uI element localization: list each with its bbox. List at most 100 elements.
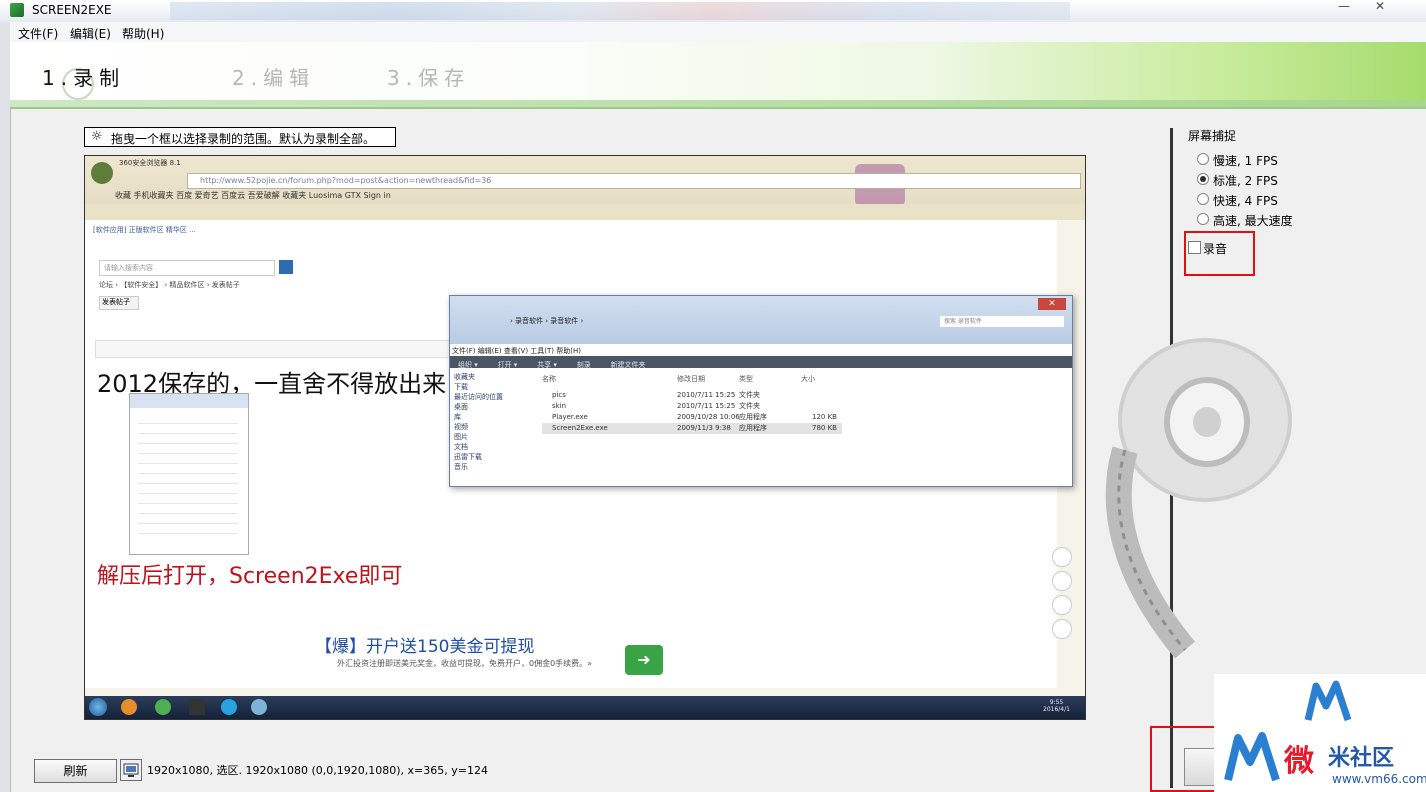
menu-help[interactable]: 帮助(H)	[122, 25, 164, 42]
preview-explorer-sidebar: 收藏夹 下载 最近访问的位置 桌面 库 视频 图片 文档 迅雷下载 音乐	[454, 372, 534, 472]
preview-editor-toolbar	[95, 340, 452, 358]
left-window-edge	[0, 22, 11, 792]
preview-breadcrumb: 论坛 › 【软件安全】 › 精品软件区 › 发表帖子	[99, 281, 240, 289]
step-save[interactable]: 3.保存	[387, 62, 470, 91]
background-taskbar-strip	[170, 2, 1070, 20]
preview-col-type: 类型	[739, 375, 753, 383]
audio-checkbox[interactable]	[1188, 241, 1201, 254]
fullscreen-select-icon[interactable]	[120, 759, 142, 781]
step-record[interactable]: 1.录制	[42, 62, 125, 91]
preview-explorer-side-item: 收藏夹	[454, 373, 475, 381]
preview-tab-strip	[85, 204, 1085, 220]
menu-bar: 文件(F) 编辑(E) 帮助(H)	[10, 22, 1426, 43]
preview-cloud-icon	[251, 699, 267, 715]
preview-explorer-menu: 文件(F) 编辑(E) 查看(V) 工具(T) 帮助(H)	[452, 347, 581, 355]
preview-forum-search: 请输入搜索内容	[99, 260, 275, 276]
preview-browser-name: 360安全浏览器 8.1	[119, 159, 181, 167]
hint-text: 拖曳一个框以选择录制的范围。默认为录制全部。	[111, 132, 376, 146]
preview-user-icon	[1052, 619, 1072, 639]
preview-ad-arrow-icon: ➜	[625, 645, 663, 675]
preview-skype-icon	[221, 699, 237, 715]
row-size: 120 KB	[812, 413, 837, 421]
preview-taskbar: 9:55 2016/4/1	[85, 696, 1085, 719]
sun-icon: ☼	[91, 129, 103, 144]
selection-hint: ☼ 拖曳一个框以选择录制的范围。默认为录制全部。	[84, 127, 396, 147]
preview-post-tab: 发表帖子	[99, 296, 139, 310]
row-date: 2009/10/28 10:06	[677, 413, 740, 421]
monitor-icon	[123, 763, 139, 777]
row-name: skin	[552, 402, 567, 410]
preview-browser-logo-icon	[91, 162, 113, 184]
preview-properties-body	[138, 414, 238, 534]
preview-address-bar: http://www.52pojie.cn/forum.php?mod=post…	[187, 173, 1081, 189]
preview-col-size: 大小	[801, 375, 815, 383]
row-type: 文件夹	[739, 402, 760, 410]
preview-360-icon	[155, 699, 171, 715]
preview-list-icon	[1052, 547, 1072, 567]
preview-explorer-header: › 录音软件 › 录音软件 › 搜索 录音软件	[450, 296, 1072, 344]
preview-explorer-side-item: 迅雷下载	[454, 453, 482, 461]
app-icon	[10, 3, 24, 17]
preview-explorer-toolbar: 组织 ▾ 打开 ▾ 共享 ▾ 刻录 新建文件夹	[450, 356, 1072, 369]
step-header-band	[10, 100, 1426, 107]
table-row: Player.exe 2009/10/28 10:06 应用程序 120 KB	[542, 412, 1062, 423]
preview-web-page: [软件应用] 正版软件区 精华区 ... 请输入搜索内容 论坛 › 【软件安全】…	[85, 220, 1073, 688]
radio-slow[interactable]	[1197, 153, 1209, 165]
preview-col-date: 修改日期	[677, 375, 705, 383]
watermark-brand: 微	[1284, 744, 1314, 779]
preview-firefox-icon	[121, 699, 137, 715]
capture-preview[interactable]: 360安全浏览器 8.1 http://www.52pojie.cn/forum…	[84, 155, 1086, 720]
row-name: pics	[552, 391, 566, 399]
step-edit[interactable]: 2.编辑	[232, 62, 315, 91]
table-row: skin 2010/7/11 15:25 文件夹	[542, 401, 1062, 412]
preview-clock: 9:55 2016/4/1	[1043, 699, 1070, 713]
preview-explorer-close-icon: ✕	[1038, 298, 1066, 310]
preview-explorer-side-item: 下载	[454, 383, 468, 391]
selection-status: 1920x1080, 选区. 1920x1080 (0,0,1920,1080)…	[147, 764, 488, 777]
preview-explorer-side-item: 最近访问的位置	[454, 393, 503, 401]
menu-edit[interactable]: 编辑(E)	[70, 25, 111, 42]
preview-explorer-side-item: 音乐	[454, 463, 468, 471]
preview-explorer-side-item: 桌面	[454, 403, 468, 411]
step-header: 1.录制 2.编辑 3.保存	[10, 42, 1426, 109]
preview-explorer-search: 搜索 录音软件	[940, 316, 1064, 327]
table-row: pics 2010/7/11 15:25 文件夹	[542, 390, 1062, 401]
preview-explorer-tool: 刻录	[576, 361, 591, 369]
preview-explorer-tool: 新建文件夹	[610, 361, 646, 369]
watermark-logo-large-icon	[1224, 732, 1280, 782]
menu-file[interactable]: 文件(F)	[18, 25, 58, 42]
preview-red-text: 解压后打开，Screen2Exe即可	[97, 564, 403, 589]
preview-app-icon	[189, 699, 205, 715]
radio-highspeed[interactable]	[1197, 213, 1209, 225]
close-button[interactable]: ✕	[1366, 0, 1394, 14]
radio-fast[interactable]	[1197, 193, 1209, 205]
fps-option-label: 标准, 2 FPS	[1213, 174, 1278, 188]
title-bar: SCREEN2EXE — ✕	[0, 0, 1426, 23]
audio-label[interactable]: 录音	[1203, 240, 1227, 257]
preview-side-tools	[1047, 543, 1077, 719]
preview-bookmarks: 收藏 手机收藏夹 百度 爱奇艺 百度云 吾爱破解 收藏夹 Luosima GTX…	[115, 191, 391, 200]
preview-chat-icon	[1052, 595, 1072, 615]
table-row: Screen2Exe.exe 2009/11/3 9:38 应用程序 780 K…	[542, 423, 842, 434]
radio-standard[interactable]	[1197, 173, 1209, 185]
row-date: 2010/7/11 15:25	[677, 391, 736, 399]
minimize-button[interactable]: —	[1330, 0, 1358, 14]
preview-explorer-tool: 打开 ▾	[497, 361, 518, 369]
fps-option-label: 高速, 最大速度	[1213, 214, 1293, 228]
preview-explorer-window: › 录音软件 › 录音软件 › 搜索 录音软件 ✕ 文件(F) 编辑(E) 查看…	[449, 295, 1073, 487]
preview-explorer-tool: 组织 ▾	[458, 361, 478, 369]
preview-explorer-side-item: 图片	[454, 433, 468, 441]
preview-col-name: 名称	[542, 375, 556, 383]
refresh-button[interactable]: 刷新	[34, 759, 117, 783]
watermark-logo-icon	[1304, 680, 1352, 722]
preview-ad-title: 【爆】开户送150美金可提现	[315, 637, 535, 657]
row-type: 应用程序	[739, 424, 767, 432]
watermark-brand-sub: 米社区	[1328, 746, 1395, 771]
preview-search-icon	[279, 260, 293, 274]
preview-properties-dialog	[129, 393, 249, 555]
watermark-url: www.vm66.com	[1332, 772, 1426, 786]
row-type: 应用程序	[739, 413, 767, 421]
preview-explorer-side-item: 视频	[454, 423, 468, 431]
row-size: 780 KB	[812, 424, 837, 432]
fps-option-label: 快速, 4 FPS	[1213, 194, 1278, 208]
